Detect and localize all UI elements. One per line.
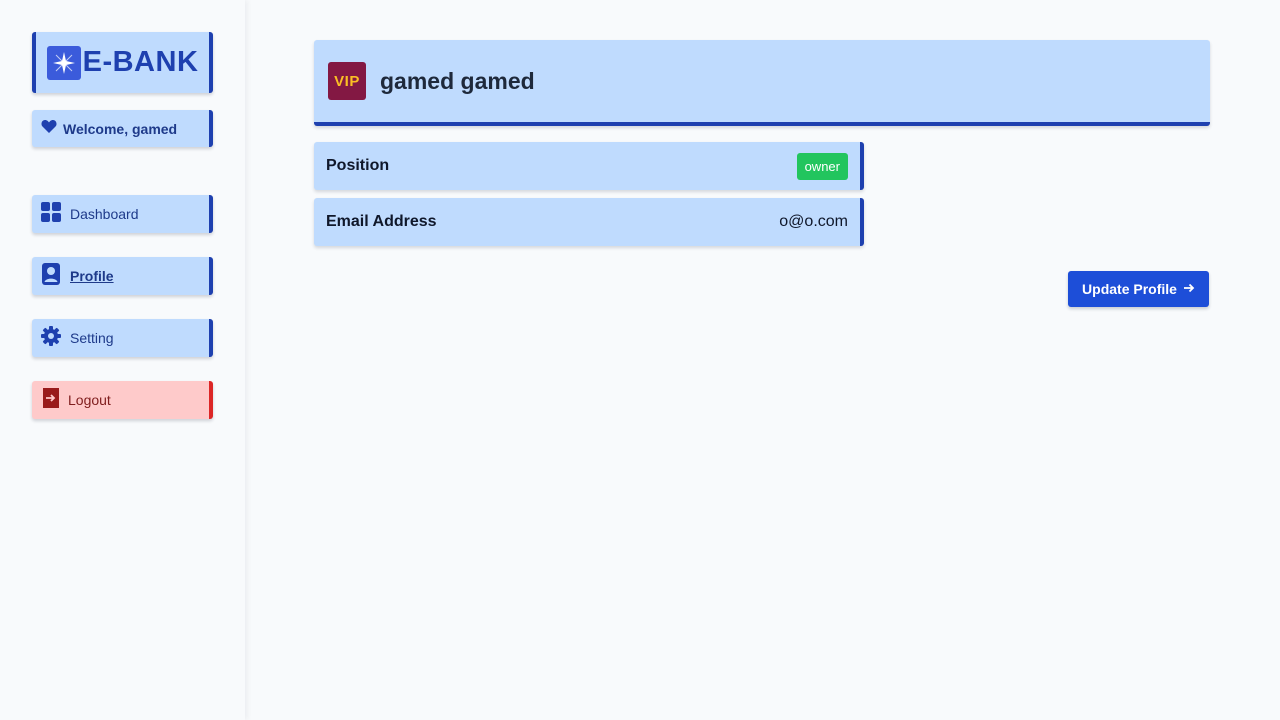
logout-label: Logout	[68, 392, 111, 408]
vip-badge: VIP	[328, 62, 366, 100]
sidebar: E-BANK Welcome, gamed Dashboard Profile …	[0, 0, 245, 720]
email-row: Email Address o@o.com	[314, 198, 864, 246]
app-logo-text: E-BANK	[82, 46, 199, 78]
email-value: o@o.com	[779, 213, 848, 230]
sidebar-item-setting[interactable]: Setting	[32, 319, 213, 357]
app-logo[interactable]: E-BANK	[32, 32, 213, 93]
user-badge-icon	[41, 262, 61, 290]
sidebar-item-label: Dashboard	[70, 206, 139, 222]
heart-icon	[41, 119, 57, 139]
logout-button[interactable]: Logout	[32, 381, 213, 419]
sparkle-icon	[46, 45, 81, 80]
update-profile-button[interactable]: Update Profile	[1068, 271, 1209, 307]
welcome-banner: Welcome, gamed	[32, 110, 213, 147]
welcome-text: Welcome, gamed	[63, 120, 178, 137]
user-name: gamed gamed	[380, 67, 535, 94]
position-label: Position	[326, 157, 390, 174]
role-badge: owner	[796, 152, 848, 180]
grid-icon	[41, 201, 61, 227]
sidebar-item-dashboard[interactable]: Dashboard	[32, 195, 213, 233]
position-row: Position owner	[314, 142, 864, 190]
sidebar-item-profile[interactable]: Profile	[32, 257, 213, 295]
sidebar-item-label: Setting	[70, 330, 114, 346]
update-profile-label: Update Profile	[1082, 281, 1177, 297]
sidebar-item-label: Profile	[70, 268, 114, 284]
arrow-right-icon	[1183, 281, 1195, 297]
profile-header: VIP gamed gamed	[314, 40, 1210, 126]
logout-icon	[41, 387, 59, 413]
gear-icon	[41, 325, 61, 351]
email-label: Email Address	[326, 213, 437, 230]
